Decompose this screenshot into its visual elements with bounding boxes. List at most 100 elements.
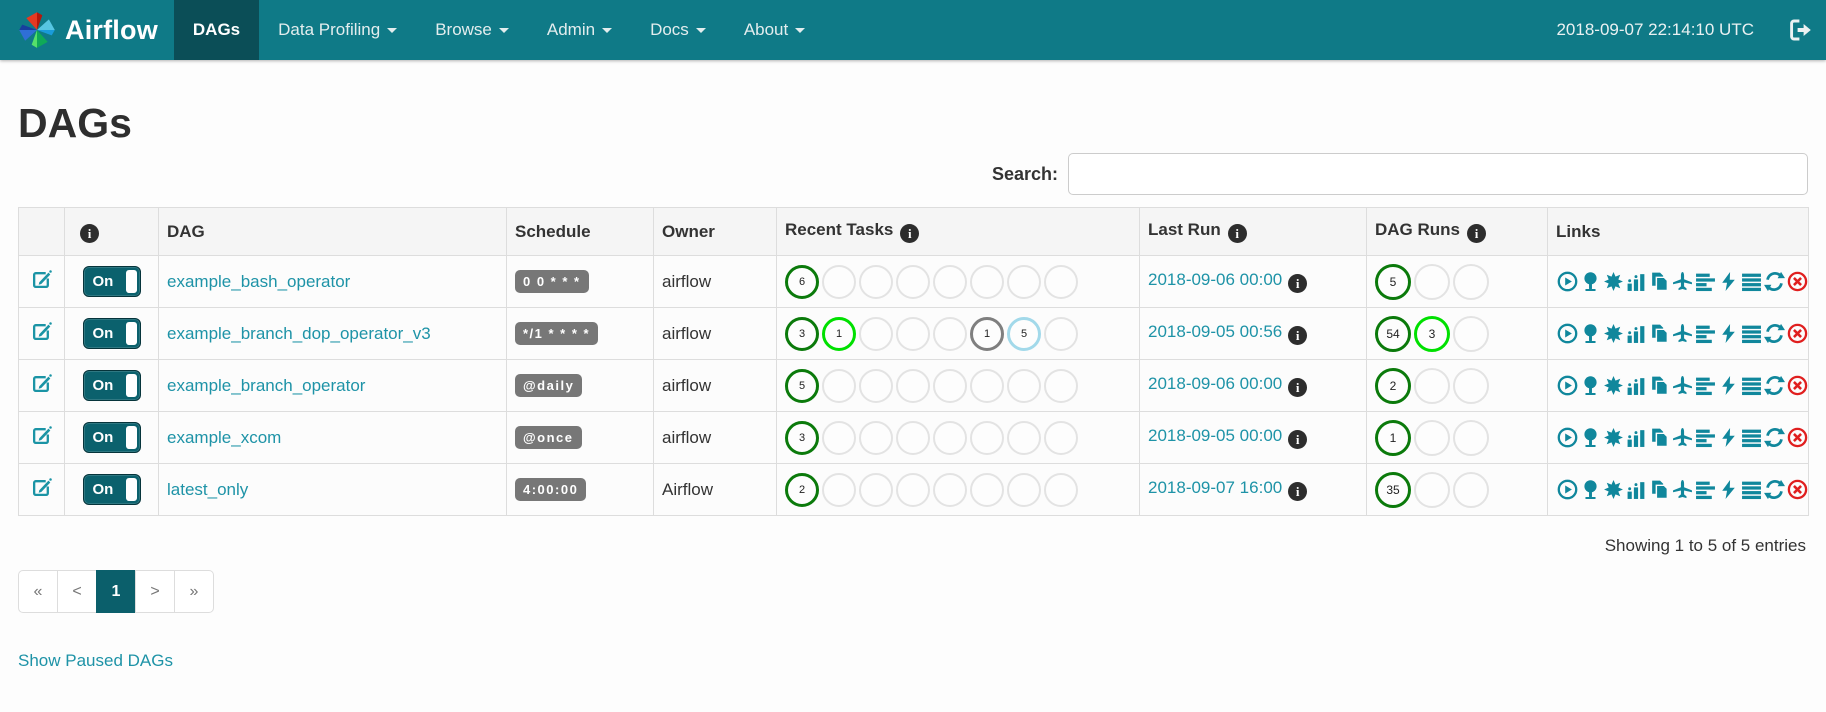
task-status-circle-queued-5[interactable]: 1	[970, 316, 1004, 351]
refresh-icon[interactable]	[1764, 427, 1785, 448]
task-status-circle-none-2[interactable]	[859, 368, 893, 403]
tree-view-icon[interactable]	[1580, 427, 1601, 448]
dag-run-status-circle-success-0[interactable]: 54	[1375, 315, 1411, 352]
dag-run-status-circle-none-2[interactable]	[1453, 367, 1489, 404]
info-icon[interactable]: i	[1288, 378, 1308, 398]
task-status-circle-none-7[interactable]	[1044, 472, 1078, 507]
task-duration-icon[interactable]	[1626, 375, 1647, 396]
task-status-circle-success-0[interactable]: 3	[785, 316, 819, 351]
dag-pause-toggle[interactable]: On	[82, 422, 141, 453]
task-duration-icon[interactable]	[1626, 323, 1647, 344]
info-icon[interactable]: i	[900, 224, 920, 244]
dag-run-status-circle-none-1[interactable]	[1414, 471, 1450, 508]
dag-run-status-circle-none-2[interactable]	[1453, 263, 1489, 300]
task-status-circle-none-7[interactable]	[1044, 420, 1078, 455]
task-status-circle-none-3[interactable]	[896, 420, 930, 455]
dag-pause-toggle[interactable]: On	[82, 266, 141, 297]
task-status-circle-success-0[interactable]: 2	[785, 472, 819, 507]
task-status-circle-none-2[interactable]	[859, 316, 893, 351]
graph-view-icon[interactable]	[1603, 479, 1624, 500]
task-status-circle-none-1[interactable]	[822, 420, 856, 455]
code-icon[interactable]	[1718, 271, 1739, 292]
nav-item-admin[interactable]: Admin	[528, 0, 631, 60]
code-icon[interactable]	[1718, 479, 1739, 500]
edit-dag-icon[interactable]	[31, 269, 52, 290]
task-status-circle-none-3[interactable]	[896, 472, 930, 507]
graph-view-icon[interactable]	[1603, 427, 1624, 448]
landing-times-icon[interactable]	[1672, 479, 1693, 500]
dag-link[interactable]: latest_only	[167, 480, 248, 499]
task-status-circle-success-0[interactable]: 5	[785, 368, 819, 403]
task-status-circle-none-2[interactable]	[859, 264, 893, 299]
nav-item-docs[interactable]: Docs	[631, 0, 725, 60]
logs-icon[interactable]	[1741, 271, 1762, 292]
edit-dag-icon[interactable]	[31, 477, 52, 498]
airflow-brand[interactable]: Airflow	[0, 0, 174, 60]
dag-pause-toggle[interactable]: On	[82, 370, 141, 401]
page-button-blank[interactable]: «	[18, 570, 58, 613]
tree-view-icon[interactable]	[1580, 323, 1601, 344]
task-status-circle-none-4[interactable]	[933, 368, 967, 403]
task-status-circle-none-4[interactable]	[933, 264, 967, 299]
page-button-blank[interactable]: >	[135, 570, 175, 613]
task-status-circle-none-2[interactable]	[859, 420, 893, 455]
task-status-circle-none-6[interactable]	[1007, 420, 1041, 455]
nav-item-dags[interactable]: DAGs	[173, 0, 260, 60]
page-button-blank[interactable]: <	[57, 570, 97, 613]
logs-icon[interactable]	[1741, 323, 1762, 344]
task-status-circle-none-7[interactable]	[1044, 368, 1078, 403]
tree-view-icon[interactable]	[1580, 479, 1601, 500]
dag-run-status-circle-none-1[interactable]	[1414, 419, 1450, 456]
edit-dag-icon[interactable]	[31, 321, 52, 342]
info-icon[interactable]: i	[1288, 430, 1308, 450]
dag-pause-toggle[interactable]: On	[82, 318, 141, 349]
nav-item-data-profiling[interactable]: Data Profiling	[259, 0, 416, 60]
last-run-link[interactable]: 2018-09-06 00:00	[1148, 270, 1282, 289]
info-icon[interactable]: i	[80, 224, 99, 244]
task-status-circle-none-3[interactable]	[896, 368, 930, 403]
dag-link[interactable]: example_xcom	[167, 428, 281, 447]
task-status-circle-none-4[interactable]	[933, 420, 967, 455]
info-icon[interactable]: i	[1467, 224, 1486, 244]
gantt-icon[interactable]	[1695, 323, 1716, 344]
task-tries-icon[interactable]	[1649, 427, 1670, 448]
gantt-icon[interactable]	[1695, 427, 1716, 448]
task-status-circle-none-6[interactable]	[1007, 368, 1041, 403]
task-status-circle-none-3[interactable]	[896, 316, 930, 351]
edit-dag-icon[interactable]	[31, 425, 52, 446]
landing-times-icon[interactable]	[1672, 375, 1693, 396]
trigger-icon[interactable]	[1557, 479, 1578, 500]
task-status-circle-running-1[interactable]: 1	[822, 316, 856, 351]
task-status-circle-none-1[interactable]	[822, 264, 856, 299]
dag-pause-toggle[interactable]: On	[82, 474, 141, 505]
gantt-icon[interactable]	[1695, 271, 1716, 292]
last-run-link[interactable]: 2018-09-06 00:00	[1148, 374, 1282, 393]
task-status-circle-none-4[interactable]	[933, 316, 967, 351]
task-status-circle-none-1[interactable]	[822, 472, 856, 507]
task-status-circle-none-5[interactable]	[970, 472, 1004, 507]
task-status-circle-none-6[interactable]	[1007, 472, 1041, 507]
info-icon[interactable]: i	[1288, 274, 1308, 294]
task-tries-icon[interactable]	[1649, 479, 1670, 500]
refresh-icon[interactable]	[1764, 375, 1785, 396]
nav-item-about[interactable]: About	[725, 0, 824, 60]
landing-times-icon[interactable]	[1672, 427, 1693, 448]
logout-icon[interactable]	[1788, 18, 1812, 42]
task-tries-icon[interactable]	[1649, 271, 1670, 292]
task-tries-icon[interactable]	[1649, 323, 1670, 344]
logs-icon[interactable]	[1741, 375, 1762, 396]
task-status-circle-none-1[interactable]	[822, 368, 856, 403]
tree-view-icon[interactable]	[1580, 271, 1601, 292]
search-input[interactable]	[1068, 153, 1808, 195]
task-status-circle-success-0[interactable]: 3	[785, 420, 819, 455]
delete-icon[interactable]	[1787, 427, 1808, 448]
page-button-blank[interactable]: »	[174, 570, 214, 613]
task-tries-icon[interactable]	[1649, 375, 1670, 396]
dag-run-status-circle-none-2[interactable]	[1453, 419, 1489, 456]
logs-icon[interactable]	[1741, 479, 1762, 500]
task-status-circle-none-3[interactable]	[896, 264, 930, 299]
page-button-1[interactable]: 1	[96, 570, 136, 613]
dag-run-status-circle-success-0[interactable]: 5	[1375, 263, 1411, 300]
task-status-circle-none-7[interactable]	[1044, 264, 1078, 299]
task-status-circle-none-5[interactable]	[970, 368, 1004, 403]
